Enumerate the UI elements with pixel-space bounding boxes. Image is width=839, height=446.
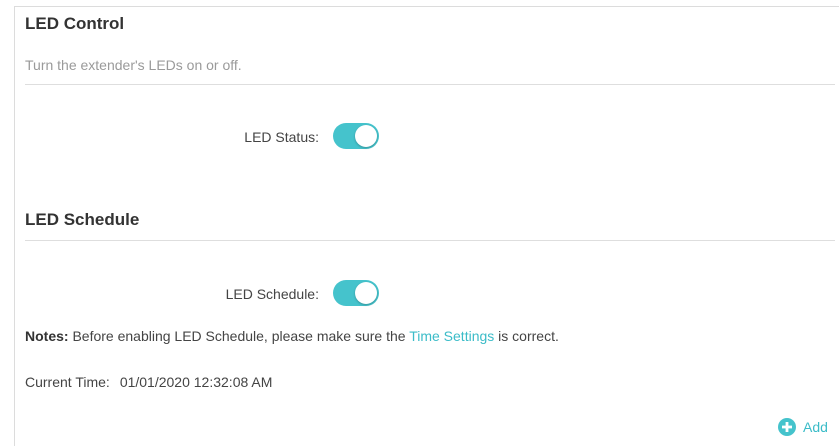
current-time-label: Current Time: <box>25 374 110 390</box>
current-time-value: 01/01/2020 12:32:08 AM <box>119 374 273 390</box>
current-time: Current Time: 01/01/2020 12:32:08 AM <box>25 373 272 391</box>
plus-circle-icon <box>778 418 796 436</box>
add-label: Add <box>803 419 828 435</box>
led-status-label: LED Status: <box>244 129 319 145</box>
led-control-divider <box>25 84 835 85</box>
toggle-knob <box>355 125 377 147</box>
led-control-title: LED Control <box>25 14 125 33</box>
led-schedule-divider <box>25 240 835 241</box>
led-schedule-title: LED Schedule <box>25 210 140 229</box>
toggle-knob <box>355 282 377 304</box>
time-settings-link[interactable]: Time Settings <box>409 328 494 344</box>
notes-label: Notes: <box>25 328 69 344</box>
led-schedule-toggle[interactable] <box>333 280 379 306</box>
led-control-description: Turn the extender's LEDs on or off. <box>25 57 242 73</box>
led-status-toggle[interactable] <box>333 123 379 149</box>
notes-tail: is correct. <box>498 328 559 344</box>
notes-text: Notes: Before enabling LED Schedule, ple… <box>25 327 559 345</box>
add-button[interactable]: Add <box>778 417 828 437</box>
led-schedule-label: LED Schedule: <box>225 286 319 302</box>
notes-body: Before enabling LED Schedule, please mak… <box>72 328 406 344</box>
